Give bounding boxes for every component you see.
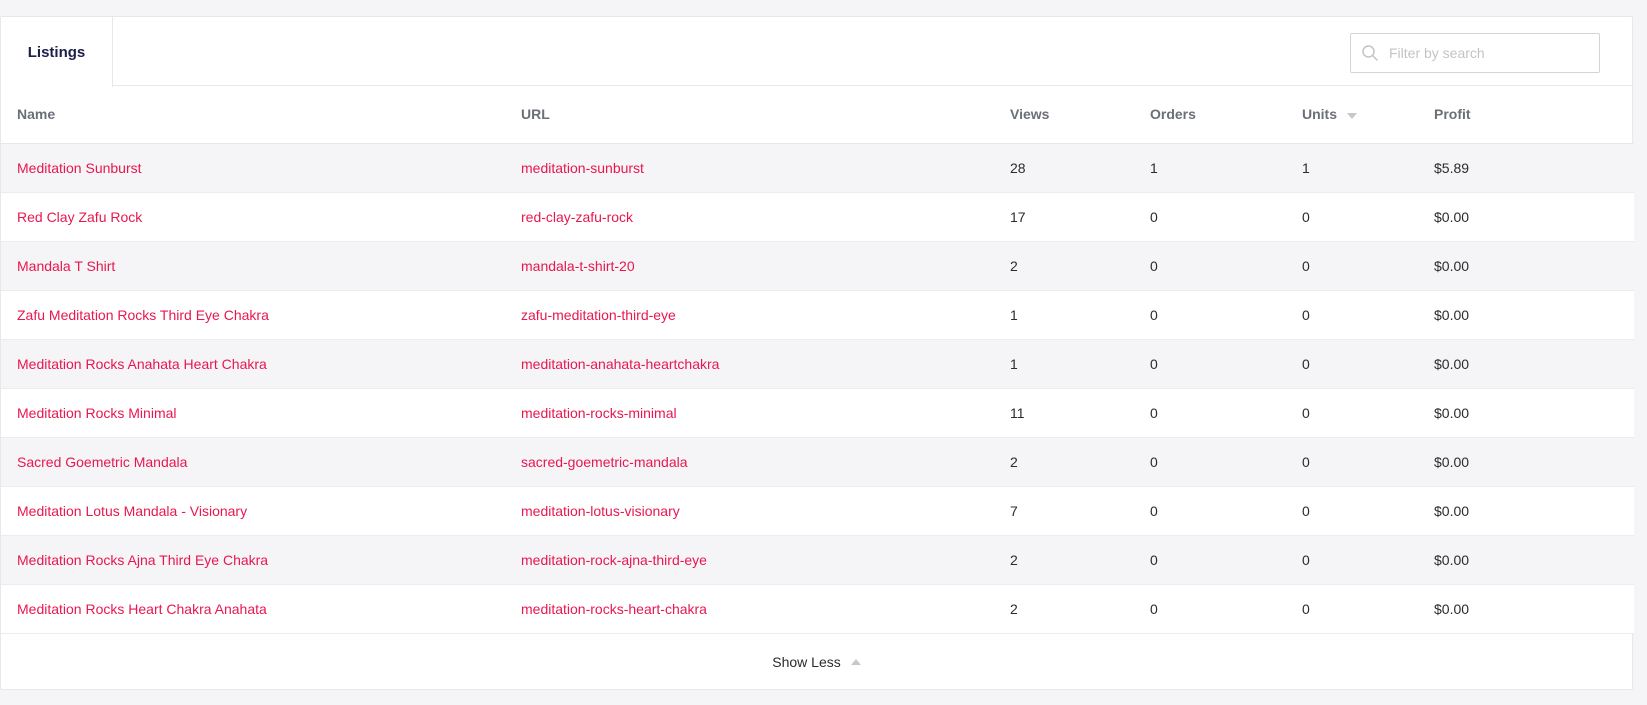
tab-listings[interactable]: Listings <box>1 17 113 87</box>
table-row: Meditation Rocks Anahata Heart Chakra med… <box>1 339 1634 389</box>
tab-label: Listings <box>27 43 86 61</box>
table-row: Red Clay Zafu Rock red-clay-zafu-rock 17 0 0… <box>1 192 1634 242</box>
cell-units: 0 <box>1286 437 1418 487</box>
cell-url[interactable]: sacred-goemetric-mandala <box>505 437 994 487</box>
search-box[interactable] <box>1350 33 1600 73</box>
cell-units: 0 <box>1286 241 1418 291</box>
column-header-views[interactable]: Views <box>994 86 1134 144</box>
column-header-label: Profit <box>1434 106 1471 123</box>
listings-table: Name URL Views Orders Units Profit Medit… <box>1 86 1634 634</box>
cell-views: 7 <box>994 486 1134 536</box>
cell-profit: $0.00 <box>1418 290 1634 340</box>
cell-profit: $0.00 <box>1418 535 1634 585</box>
cell-profit: $0.00 <box>1418 192 1634 242</box>
column-header-units[interactable]: Units <box>1286 86 1418 144</box>
cell-views: 11 <box>994 388 1134 438</box>
column-header-label: Orders <box>1150 106 1196 123</box>
cell-units: 0 <box>1286 388 1418 438</box>
column-header-label: Views <box>1010 106 1050 123</box>
cell-units: 0 <box>1286 584 1418 634</box>
cell-views: 17 <box>994 192 1134 242</box>
cell-url[interactable]: mandala-t-shirt-20 <box>505 241 994 291</box>
cell-name[interactable]: Meditation Rocks Minimal <box>1 388 505 438</box>
cell-url[interactable]: zafu-meditation-third-eye <box>505 290 994 340</box>
table-row: Meditation Rocks Minimal meditation-rocks… <box>1 388 1634 438</box>
table-row: Meditation Sunburst meditation-sunburst 28… <box>1 143 1634 193</box>
cell-name[interactable]: Meditation Sunburst <box>1 143 505 193</box>
cell-profit: $0.00 <box>1418 388 1634 438</box>
cell-name[interactable]: Meditation Rocks Anahata Heart Chakra <box>1 339 505 389</box>
column-header-profit[interactable]: Profit <box>1418 86 1634 144</box>
table-row: Sacred Goemetric Mandala sacred-goemetric… <box>1 437 1634 487</box>
column-header-url[interactable]: URL <box>505 86 994 144</box>
cell-profit: $0.00 <box>1418 486 1634 536</box>
cell-views: 2 <box>994 241 1134 291</box>
cell-orders: 0 <box>1134 584 1286 634</box>
show-less-label: Show Less <box>772 653 841 670</box>
cell-url[interactable]: meditation-lotus-visionary <box>505 486 994 536</box>
cell-name[interactable]: Sacred Goemetric Mandala <box>1 437 505 487</box>
cell-profit: $0.00 <box>1418 437 1634 487</box>
cell-views: 2 <box>994 584 1134 634</box>
cell-views: 2 <box>994 437 1134 487</box>
cell-url[interactable]: meditation-sunburst <box>505 143 994 193</box>
cell-units: 1 <box>1286 143 1418 193</box>
cell-name[interactable]: Mandala T Shirt <box>1 241 505 291</box>
cell-name[interactable]: Meditation Rocks Heart Chakra Anahata <box>1 584 505 634</box>
column-header-label: Name <box>17 106 56 123</box>
chevron-up-icon <box>850 658 861 665</box>
cell-orders: 0 <box>1134 486 1286 536</box>
table-row: Zafu Meditation Rocks Third Eye Chakra za… <box>1 290 1634 340</box>
cell-orders: 0 <box>1134 388 1286 438</box>
cell-orders: 0 <box>1134 535 1286 585</box>
search-input[interactable] <box>1389 45 1589 61</box>
cell-orders: 1 <box>1134 143 1286 193</box>
cell-profit: $5.89 <box>1418 143 1634 193</box>
cell-name[interactable]: Meditation Rocks Ajna Third Eye Chakra <box>1 535 505 585</box>
cell-orders: 0 <box>1134 290 1286 340</box>
listings-card: Listings Name URL Views <box>0 16 1634 690</box>
cell-url[interactable]: meditation-rock-ajna-third-eye <box>505 535 994 585</box>
cell-units: 0 <box>1286 486 1418 536</box>
cell-units: 0 <box>1286 339 1418 389</box>
cell-url[interactable]: meditation-rocks-heart-chakra <box>505 584 994 634</box>
column-header-name[interactable]: Name <box>1 86 505 144</box>
cell-url[interactable]: red-clay-zafu-rock <box>505 192 994 242</box>
table-row: Meditation Lotus Mandala - Visionary medi… <box>1 486 1634 536</box>
cell-orders: 0 <box>1134 192 1286 242</box>
column-header-label: Units <box>1302 106 1337 123</box>
cell-url[interactable]: meditation-anahata-heartchakra <box>505 339 994 389</box>
table-row: Meditation Rocks Heart Chakra Anahata med… <box>1 584 1634 634</box>
column-header-orders[interactable]: Orders <box>1134 86 1286 144</box>
cell-views: 2 <box>994 535 1134 585</box>
cell-orders: 0 <box>1134 437 1286 487</box>
cell-orders: 0 <box>1134 339 1286 389</box>
cell-profit: $0.00 <box>1418 339 1634 389</box>
show-less-toggle[interactable]: Show Less <box>1 634 1632 690</box>
cell-views: 28 <box>994 143 1134 193</box>
cell-name[interactable]: Red Clay Zafu Rock <box>1 192 505 242</box>
cell-views: 1 <box>994 339 1134 389</box>
cell-url[interactable]: meditation-rocks-minimal <box>505 388 994 438</box>
cell-name[interactable]: Meditation Lotus Mandala - Visionary <box>1 486 505 536</box>
table-row: Mandala T Shirt mandala-t-shirt-20 2 0 0 $0.0… <box>1 241 1634 291</box>
column-header-label: URL <box>521 106 550 123</box>
cell-profit: $0.00 <box>1418 241 1634 291</box>
cell-units: 0 <box>1286 290 1418 340</box>
cell-orders: 0 <box>1134 241 1286 291</box>
cell-units: 0 <box>1286 192 1418 242</box>
cell-views: 1 <box>994 290 1134 340</box>
table-header-row: Name URL Views Orders Units Profit <box>1 86 1634 144</box>
table-row: Meditation Rocks Ajna Third Eye Chakra me… <box>1 535 1634 585</box>
chevron-down-icon <box>1347 112 1357 119</box>
cell-profit: $0.00 <box>1418 584 1634 634</box>
search-icon <box>1361 44 1379 62</box>
tab-bar: Listings <box>1 17 1632 87</box>
cell-name[interactable]: Zafu Meditation Rocks Third Eye Chakra <box>1 290 505 340</box>
cell-units: 0 <box>1286 535 1418 585</box>
